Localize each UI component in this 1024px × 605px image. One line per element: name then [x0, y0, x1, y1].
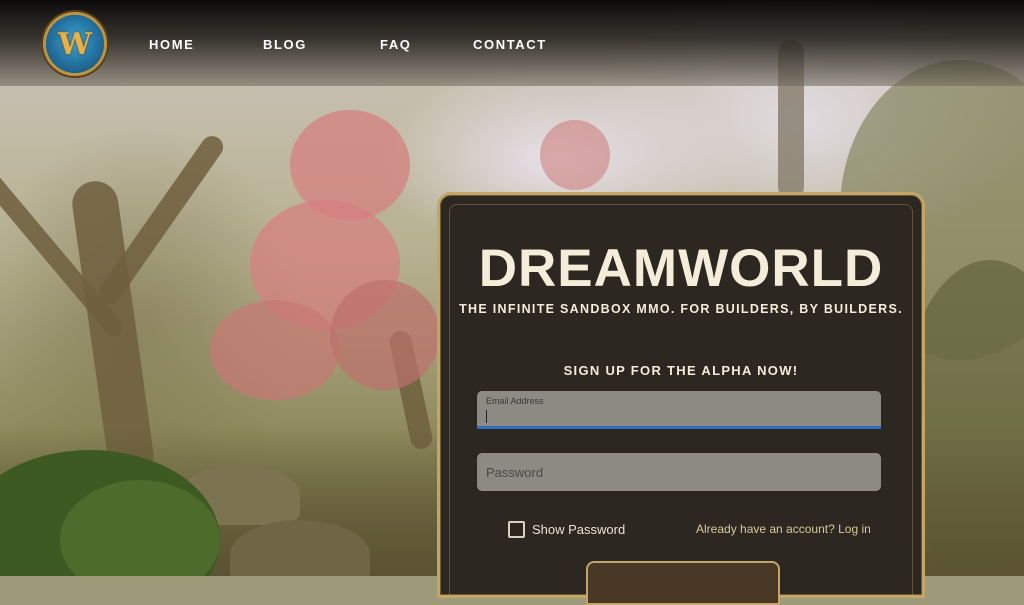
email-input[interactable] — [477, 391, 881, 426]
password-input[interactable] — [477, 453, 881, 491]
nav-faq[interactable]: FAQ — [380, 37, 412, 52]
show-password-checkbox[interactable] — [508, 521, 525, 538]
blossom-cluster — [330, 280, 440, 390]
logo-letter: W — [58, 26, 92, 62]
tagline: THE INFINITE SANDBOX MMO. FOR BUILDERS, … — [459, 302, 903, 316]
nav-blog[interactable]: BLOG — [263, 37, 307, 52]
blossom-cluster — [210, 300, 340, 400]
blossom-cluster — [540, 120, 610, 190]
top-nav-bar: W HOME BLOG FAQ CONTACT — [0, 0, 1024, 86]
password-field[interactable] — [477, 453, 881, 491]
page-title: DREAMWORLD — [478, 239, 884, 298]
signup-submit-button[interactable] — [586, 561, 780, 605]
dreamworld-logo-icon[interactable]: W — [46, 15, 104, 73]
signup-heading: SIGN UP FOR THE ALPHA NOW! — [563, 363, 799, 378]
login-link[interactable]: Already have an account? Log in — [696, 522, 871, 536]
email-field[interactable]: Email Address — [477, 391, 881, 429]
show-password-label[interactable]: Show Password — [532, 522, 625, 537]
nav-home[interactable]: HOME — [149, 37, 194, 52]
signup-panel: DREAMWORLD THE INFINITE SANDBOX MMO. FOR… — [437, 192, 925, 605]
nav-contact[interactable]: CONTACT — [473, 37, 547, 52]
